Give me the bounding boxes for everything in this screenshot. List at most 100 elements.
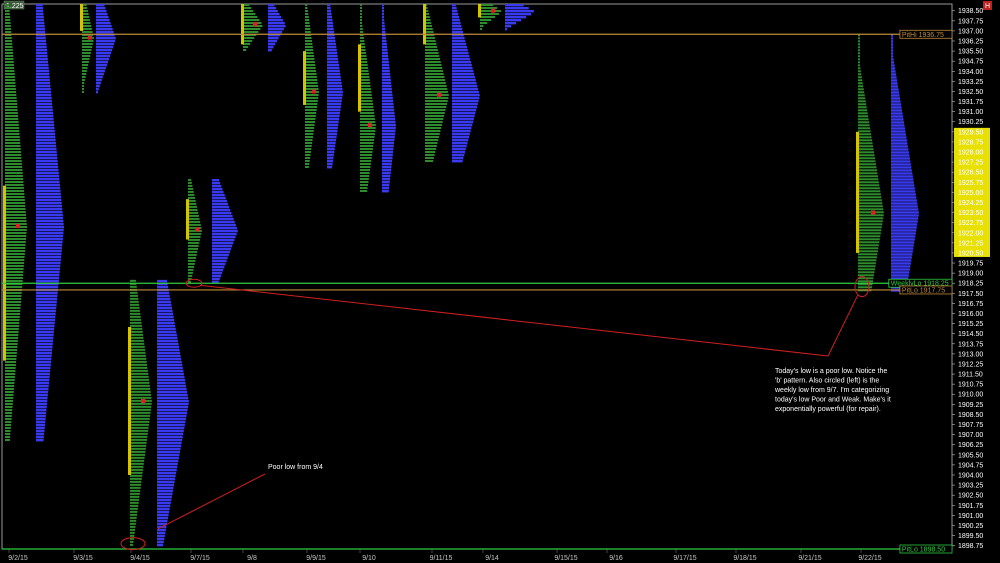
tpo-bar xyxy=(130,468,144,471)
volume-bar xyxy=(212,247,232,251)
tpo-bar xyxy=(360,61,368,63)
volume-bar xyxy=(382,100,394,103)
tpo-bar xyxy=(305,142,313,144)
volume-bar xyxy=(36,226,64,229)
volume-bar xyxy=(452,112,476,115)
volume-bar xyxy=(891,247,914,250)
tpo-bar xyxy=(5,331,19,333)
date-tick-label: 9/8 xyxy=(247,555,257,562)
volume-bar xyxy=(212,244,233,248)
volume-bar xyxy=(891,235,916,238)
volume-bar xyxy=(452,4,456,7)
volume-bar xyxy=(212,199,227,203)
tpo-bar xyxy=(305,76,317,78)
volume-bar xyxy=(891,172,913,175)
volume-bar xyxy=(212,250,230,254)
volume-bar xyxy=(36,136,56,139)
tpo-bar xyxy=(243,31,259,33)
tpo-bar xyxy=(305,94,319,96)
tpo-bar xyxy=(130,411,151,414)
tpo-bar xyxy=(5,259,25,261)
tpo-bar xyxy=(5,304,21,306)
tpo-bar xyxy=(5,64,14,66)
volume-bar xyxy=(157,495,172,499)
tpo-bar xyxy=(130,321,142,324)
tpo-bar xyxy=(5,382,15,384)
volume-bar xyxy=(157,327,176,331)
price-tick-label: 1928.00 xyxy=(958,150,983,157)
volume-bar xyxy=(891,175,913,178)
tpo-bar xyxy=(305,139,313,141)
tpo-bar xyxy=(360,187,368,189)
tpo-bar xyxy=(425,115,445,117)
tpo-bar xyxy=(243,16,258,18)
volume-bar xyxy=(891,229,917,232)
volume-bar xyxy=(452,88,479,91)
tpo-bar xyxy=(425,109,446,111)
volume-bar xyxy=(891,40,893,43)
tpo-bar xyxy=(5,163,22,165)
volume-bar xyxy=(36,13,44,16)
tpo-bar xyxy=(5,70,15,72)
volume-bar xyxy=(212,211,232,215)
price-tick-label: 1922.75 xyxy=(958,220,983,227)
volume-bar xyxy=(36,229,64,232)
tpo-bar xyxy=(305,100,318,102)
volume-bar xyxy=(157,393,188,397)
volume-bar xyxy=(327,100,342,103)
tpo-bar xyxy=(5,328,19,330)
volume-bar xyxy=(891,190,916,193)
volume-bar xyxy=(96,28,113,31)
price-tick-label: 1911.50 xyxy=(958,372,983,379)
tpo-bar xyxy=(858,97,866,100)
volume-bar xyxy=(36,319,56,322)
tpo-bar xyxy=(360,67,369,69)
volume-bar xyxy=(157,498,172,502)
volume-bar xyxy=(36,409,47,412)
tpo-bar xyxy=(130,330,143,333)
volume-bar xyxy=(891,187,915,190)
tpo-bar xyxy=(360,73,369,75)
date-tick-label: 9/7/15 xyxy=(190,555,210,562)
volume-bar xyxy=(36,247,62,250)
tpo-bar xyxy=(858,244,879,247)
tpo-bar xyxy=(5,394,14,396)
tpo-bar xyxy=(5,214,27,216)
volume-bar xyxy=(327,43,336,46)
market-profile-chart: 1898.75 1899.50 1900.25 1901.00 1901.75 1902.… xyxy=(1,0,992,563)
volume-bar xyxy=(891,91,900,94)
tpo-bar xyxy=(5,103,18,105)
volume-bar xyxy=(36,94,52,97)
volume-bar xyxy=(891,154,910,157)
volume-bar xyxy=(268,10,278,13)
price-tick-label: 1934.00 xyxy=(958,69,983,76)
price-tick-label: 1927.25 xyxy=(958,160,983,167)
tpo-bar xyxy=(5,85,16,87)
volume-bar xyxy=(382,151,394,154)
volume-bar xyxy=(96,31,114,34)
tpo-bar xyxy=(188,205,197,208)
volume-bar xyxy=(382,10,384,13)
tpo-bar xyxy=(858,37,860,40)
tpo-bar xyxy=(5,373,16,375)
close-icon: H xyxy=(985,3,990,10)
value-area-bar xyxy=(423,4,426,45)
tpo-bar xyxy=(5,295,22,297)
volume-bar xyxy=(382,7,384,10)
volume-bar xyxy=(157,330,177,334)
tpo-bar xyxy=(858,232,881,235)
date-tick-label: 9/14 xyxy=(485,555,499,562)
tpo-bar xyxy=(305,82,318,84)
tpo-bar xyxy=(5,391,14,393)
volume-bar xyxy=(382,73,391,76)
tpo-bar xyxy=(5,274,24,276)
volume-bar xyxy=(452,73,475,76)
tpo-bar xyxy=(858,73,862,76)
tpo-bar xyxy=(305,40,313,42)
tpo-bar xyxy=(82,25,92,27)
tpo-bar xyxy=(130,393,152,396)
tpo-bar xyxy=(5,100,17,102)
volume-bar xyxy=(36,307,57,310)
volume-bar xyxy=(327,139,337,142)
volume-bar xyxy=(327,166,333,169)
